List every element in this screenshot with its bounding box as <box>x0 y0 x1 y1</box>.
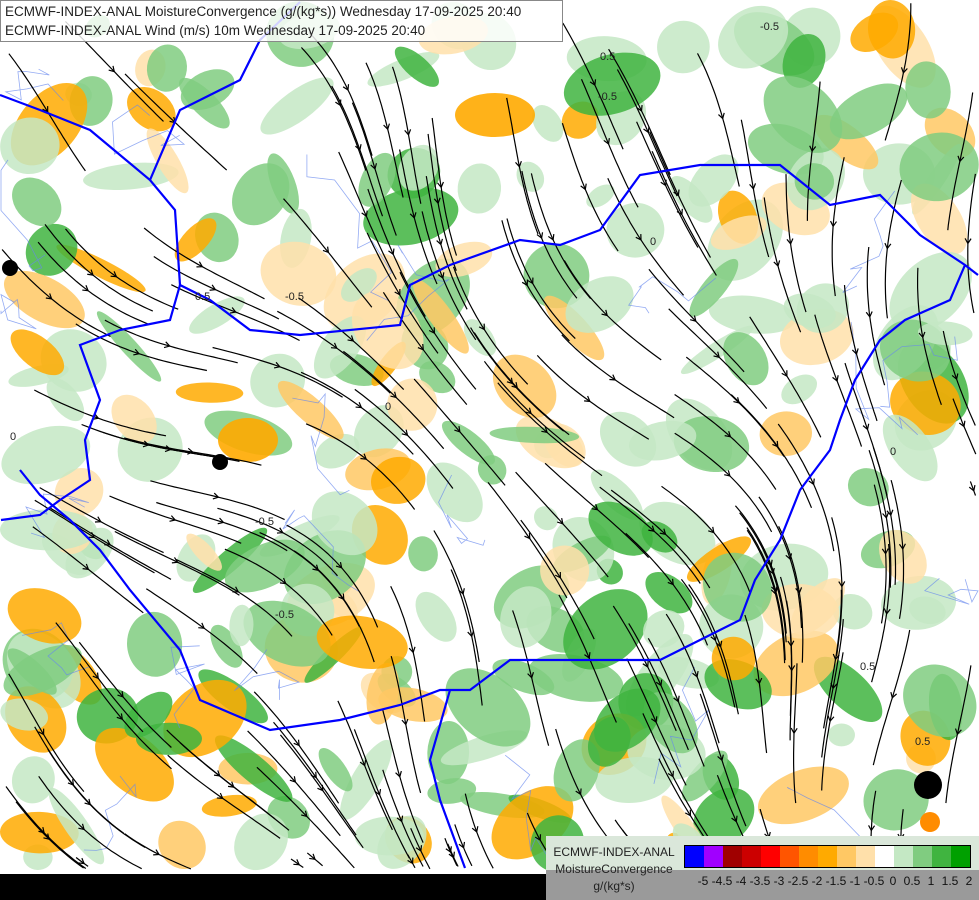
legend-tick-label: -5 <box>697 874 709 888</box>
contour-label: -0.5 <box>598 91 617 103</box>
legend-swatch <box>761 846 780 867</box>
contour-label: 0.5 <box>860 661 875 673</box>
legend-tick-label: -4 <box>735 874 747 888</box>
contour-label: -0.5 <box>285 291 304 303</box>
divergence-area <box>757 766 849 825</box>
color-legend: ECMWF-INDEX-ANAL MoistureConvergence g/(… <box>546 836 979 900</box>
legend-tick-label: -0.5 <box>863 874 885 888</box>
legend-tick-label: -2 <box>811 874 823 888</box>
legend-swatch <box>951 846 970 867</box>
river <box>842 190 896 293</box>
legend-swatch <box>875 846 894 867</box>
title-moisture-convergence: ECMWF-INDEX-ANAL MoistureConvergence (g/… <box>5 4 522 19</box>
legend-units: g/(kg*s) <box>593 879 635 893</box>
contour-label: -0.5 <box>275 609 294 621</box>
convergence-area <box>415 591 457 642</box>
contour-label: 0.5 <box>915 736 930 748</box>
legend-swatch <box>742 846 761 867</box>
legend-swatch <box>894 846 913 867</box>
convergence-peak <box>914 771 942 799</box>
legend-ticks: -5 -4.5 -4 -3.5 -3 -2.5 -2 -1.5 -1 -0.5 0 0.5 1 1.5 2 <box>684 874 973 890</box>
legend-variable: MoistureConvergence <box>555 862 673 876</box>
divergence-area <box>201 794 257 817</box>
legend-swatch <box>913 846 932 867</box>
legend-swatches <box>684 845 971 868</box>
convergence-area <box>516 161 545 192</box>
legend-tick-label: -3.5 <box>749 874 771 888</box>
divergence-area <box>175 382 244 403</box>
moisture-convergence-map[interactable]: -0.5 -0.5 -0.5 -0.5 -0.5 0 0 0 0 0.5 0.5 0.5 0.5 <box>0 0 979 900</box>
contour-label: 0 <box>890 446 896 458</box>
contour-label: 0 <box>650 236 656 248</box>
legend-tick-label: -1 <box>849 874 861 888</box>
legend-tick-label: -3 <box>773 874 785 888</box>
contour-label: 0.5 <box>195 291 210 303</box>
contour-label: 0 <box>385 401 391 413</box>
divergence-area <box>158 820 206 870</box>
divergence-area <box>455 93 535 137</box>
legend-swatch <box>932 846 951 867</box>
contour-label: -0.5 <box>255 516 274 528</box>
legend-tick-label: -1.5 <box>825 874 847 888</box>
convergence-area <box>457 163 502 214</box>
convergence-area <box>260 77 334 135</box>
wind-streamline <box>150 480 285 521</box>
legend-swatch <box>837 846 856 867</box>
divergence-peak <box>920 812 940 832</box>
contour-label: 0 <box>10 431 16 443</box>
legend-tick-label: 0 <box>889 874 897 888</box>
legend-tick-label: 0.5 <box>903 874 921 888</box>
convergence-area <box>408 536 438 572</box>
title-wind: ECMWF-INDEX-ANAL Wind (m/s) 10m Wednesda… <box>5 23 426 38</box>
legend-swatch <box>856 846 875 867</box>
legend-model: ECMWF-INDEX-ANAL <box>553 845 675 859</box>
map-title-box: ECMWF-INDEX-ANAL MoistureConvergence (g/… <box>0 0 563 42</box>
convergence-area <box>723 332 769 386</box>
legend-swatch <box>704 846 723 867</box>
legend-tick-label: -4.5 <box>711 874 733 888</box>
legend-swatch <box>818 846 837 867</box>
convergence-area <box>318 748 353 792</box>
convergence-area <box>828 723 855 747</box>
legend-swatch <box>723 846 742 867</box>
convergence-peak <box>2 260 18 276</box>
legend-swatch <box>780 846 799 867</box>
legend-tick-label: -2.5 <box>787 874 809 888</box>
divergence-area <box>218 418 278 462</box>
legend-swatch <box>799 846 818 867</box>
legend-tick-label: 1.5 <box>941 874 959 888</box>
wind-streamline <box>967 173 976 314</box>
convergence-area <box>189 296 245 334</box>
contour-label: 0.5 <box>600 51 615 63</box>
legend-swatch <box>685 846 704 867</box>
contour-label: -0.5 <box>760 21 779 33</box>
convergence-area <box>847 468 889 507</box>
legend-tick-label: 2 <box>965 874 973 888</box>
legend-tick-label: 1 <box>927 874 935 888</box>
